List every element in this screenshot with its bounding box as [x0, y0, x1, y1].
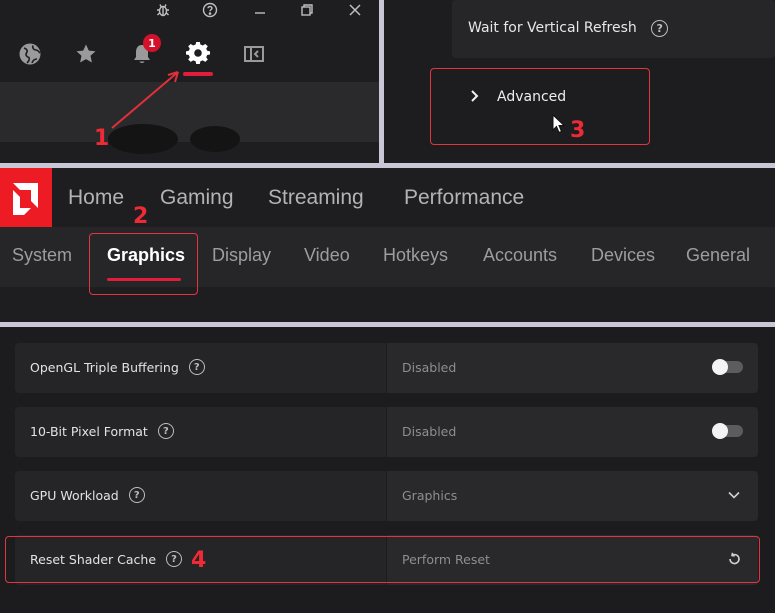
setting-label-cell: 10-Bit Pixel Format ? — [15, 407, 386, 457]
setting-label: OpenGL Triple Buffering ? — [30, 359, 205, 375]
setting-value: Graphics — [402, 488, 458, 503]
setting-row-10-bit-pixel-format: 10-Bit Pixel Format ? Disabled — [15, 407, 758, 457]
setting-label-text: OpenGL Triple Buffering — [30, 359, 179, 375]
vertical-refresh-label: Wait for Vertical Refresh — [468, 20, 637, 36]
help-icon[interactable]: ? — [651, 20, 669, 37]
chevron-right-icon[interactable] — [468, 89, 482, 103]
subtab-general[interactable]: General — [686, 245, 750, 266]
subtab-accounts[interactable]: Accounts — [483, 245, 557, 266]
setting-label-cell: GPU Workload ? — [15, 471, 386, 521]
tab-home[interactable]: Home — [68, 186, 124, 210]
toolbar-panel: 1 1 — [0, 0, 379, 163]
tab-streaming[interactable]: Streaming — [268, 186, 364, 210]
subtab-system[interactable]: System — [12, 245, 72, 266]
navigation-panel: Home Gaming Streaming Performance 2 Syst… — [0, 168, 775, 322]
tab-performance[interactable]: Performance — [404, 186, 524, 210]
toggle-knob — [712, 359, 728, 375]
setting-label-cell: OpenGL Triple Buffering ? — [15, 343, 386, 393]
gpu-workload-dropdown[interactable]: Graphics — [387, 471, 758, 521]
highlight-box — [5, 536, 760, 583]
subtab-hotkeys[interactable]: Hotkeys — [383, 245, 448, 266]
setting-value: Disabled — [402, 424, 457, 439]
advanced-toggle[interactable]: Advanced — [497, 89, 566, 105]
setting-label-text: 10-Bit Pixel Format — [30, 423, 148, 439]
help-icon[interactable]: ? — [157, 423, 174, 439]
setting-value-cell[interactable]: Disabled — [387, 407, 758, 457]
toggle-knob — [712, 423, 728, 439]
amd-logo[interactable] — [0, 168, 52, 227]
step-number: 3 — [570, 118, 586, 143]
step-number: 4 — [191, 548, 207, 573]
setting-value: Disabled — [402, 360, 457, 375]
mouse-cursor-icon — [552, 114, 566, 134]
subtab-video[interactable]: Video — [304, 245, 350, 266]
annotation-arrow — [111, 71, 179, 129]
step-number: 1 — [94, 126, 110, 151]
tab-gaming[interactable]: Gaming — [160, 186, 234, 210]
help-icon[interactable]: ? — [188, 359, 205, 375]
toggle-switch[interactable] — [712, 423, 743, 439]
setting-label: 10-Bit Pixel Format ? — [30, 423, 174, 439]
setting-label: Wait for Vertical Refresh ? — [468, 20, 669, 37]
setting-value-cell[interactable]: Disabled — [387, 343, 758, 393]
settings-panel: OpenGL Triple Buffering ? Disabled 10-Bi… — [0, 327, 775, 613]
setting-label: GPU Workload ? — [30, 487, 145, 503]
setting-row-opengl-triple-buffering: OpenGL Triple Buffering ? Disabled — [15, 343, 758, 393]
highlight-box — [430, 68, 650, 145]
setting-row-gpu-workload: GPU Workload ? Graphics — [15, 471, 758, 521]
setting-label-text: GPU Workload — [30, 487, 119, 503]
active-subtab-indicator — [107, 278, 181, 281]
subtab-display[interactable]: Display — [212, 245, 271, 266]
help-icon[interactable]: ? — [128, 487, 145, 503]
advanced-panel: Wait for Vertical Refresh ? Advanced 3 — [384, 0, 775, 163]
chevron-down-icon[interactable] — [726, 487, 742, 503]
subtab-devices[interactable]: Devices — [591, 245, 655, 266]
step-number: 2 — [133, 204, 149, 229]
highlight-box — [89, 233, 198, 295]
toggle-switch[interactable] — [712, 359, 743, 375]
